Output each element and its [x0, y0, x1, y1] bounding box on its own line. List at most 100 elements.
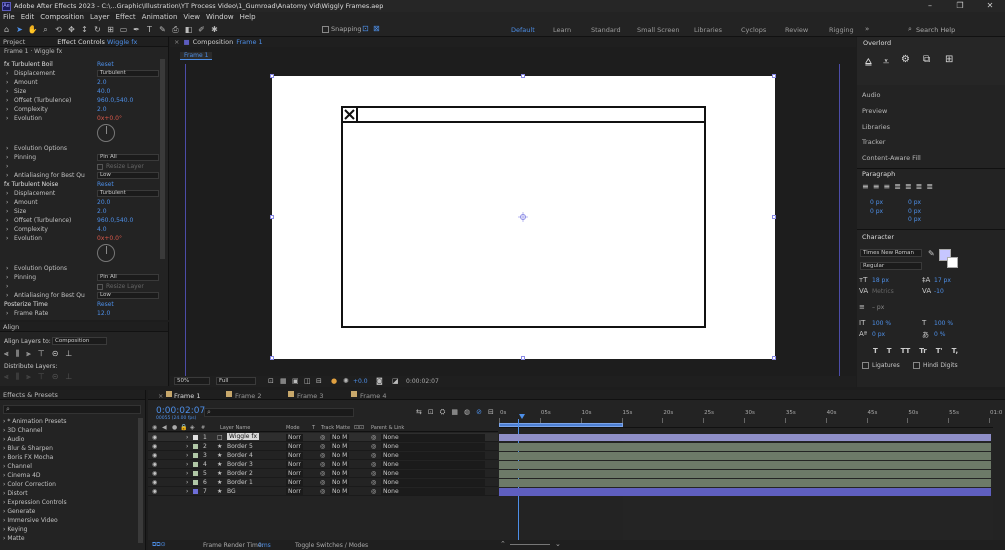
eraser-tool-icon[interactable]: ◧ — [183, 24, 194, 35]
audio-panel[interactable]: Audio — [862, 91, 880, 99]
effect-row[interactable]: Evolution Options › — [4, 265, 164, 274]
menu-layer[interactable]: Layer — [90, 13, 110, 21]
menu-view[interactable]: View — [183, 13, 200, 21]
align-right-icon[interactable]: ⫸ — [26, 349, 31, 359]
render-options-icon[interactable]: ⧉⧉⊙ — [152, 541, 166, 549]
effects-scrollbar[interactable] — [138, 418, 143, 543]
faux-italic-button[interactable]: T — [887, 347, 892, 355]
zoom-dropdown[interactable]: 50% — [174, 377, 210, 385]
effect-row[interactable]: Antialiasing for Best Qu › Low — [4, 292, 164, 301]
type-tool-icon[interactable]: T — [144, 24, 155, 35]
align-left-text-icon[interactable]: ≡ — [862, 182, 869, 191]
layer-duration-bar[interactable] — [499, 443, 991, 451]
transform-handle[interactable] — [772, 74, 776, 78]
selection-tool-icon[interactable]: ➤ — [14, 24, 25, 35]
frame-blending-icon[interactable]: ▦ — [451, 408, 458, 417]
track-matte-dropdown[interactable]: No M — [330, 470, 350, 477]
comp-mini-flowchart-icon[interactable]: ⇆ — [416, 408, 422, 417]
expand-arrow-icon[interactable]: › — [6, 70, 8, 77]
workspace-small-screen[interactable]: Small Screen — [637, 26, 679, 34]
horizontal-scale-field[interactable]: 100 % — [934, 320, 953, 327]
distribute-top-icon[interactable]: ⊤ — [38, 372, 45, 382]
overlord-settings-icon[interactable]: ⚙ — [901, 54, 910, 65]
matte-source-icon[interactable]: ◎ — [320, 452, 325, 459]
eye-icon[interactable]: ◉ — [152, 470, 157, 477]
pick-whip-icon[interactable]: ◎ — [371, 443, 376, 450]
region-of-interest-icon[interactable]: ⊡ — [268, 377, 274, 385]
eye-icon[interactable]: ◉ — [152, 452, 157, 459]
effect-value[interactable]: 2.0 — [97, 79, 107, 86]
overlord-push-icon[interactable]: ⩠ — [865, 55, 872, 69]
expand-arrow-icon[interactable]: › — [6, 283, 8, 290]
effect-controls-tab[interactable]: Effect Controls Wiggle fx — [57, 38, 137, 46]
indent-left-field[interactable]: 0 px — [870, 199, 883, 206]
color-channel-icon[interactable]: ● — [331, 377, 337, 385]
menu-file[interactable]: File — [3, 13, 15, 21]
track-matte-dropdown[interactable]: No M — [330, 488, 350, 495]
effects-category[interactable]: › Distort — [3, 490, 28, 497]
label-color-swatch[interactable] — [193, 435, 198, 440]
effect-value[interactable]: 20.0 — [97, 199, 110, 206]
toggle-switches-modes-button[interactable]: Toggle Switches / Modes — [295, 542, 368, 549]
overlord-pull-icon[interactable]: ⩡ — [883, 55, 889, 69]
distribute-right-icon[interactable]: ⫸ — [26, 372, 31, 382]
draft-3d-icon[interactable]: ⊡ — [428, 408, 434, 417]
expand-arrow-icon[interactable]: › — [6, 172, 8, 179]
layer-row[interactable]: ◉ › 2 ★ Border 5 Norr ◎ No M ◎ None — [148, 442, 498, 451]
expand-arrow-icon[interactable]: › — [6, 79, 8, 86]
effects-category[interactable]: › Cinema 4D — [3, 472, 41, 479]
expand-arrow-icon[interactable]: › — [6, 217, 8, 224]
snap-features-icon[interactable]: ⊠ — [373, 24, 380, 33]
timeline-tab-frame-3[interactable]: Frame 3 — [297, 392, 323, 400]
effect-row[interactable]: Pinning › Pin All — [4, 154, 164, 163]
effect-dropdown[interactable]: Turbulent — [97, 70, 159, 77]
rotate-tool-icon[interactable]: ↻ — [92, 24, 103, 35]
blend-mode-dropdown[interactable]: Norr — [286, 479, 303, 486]
effect-row[interactable]: Amount › 2.0 — [4, 79, 164, 88]
effect-value[interactable]: 0x+0.0° — [97, 235, 122, 242]
effect-dropdown[interactable]: Turbulent — [97, 190, 159, 197]
font-family-dropdown[interactable]: Times New Roman — [860, 249, 922, 257]
matte-source-icon[interactable]: ◎ — [320, 488, 325, 495]
tsume-field[interactable]: 0 % — [934, 331, 945, 338]
timeline-tab-frame-2[interactable]: Frame 2 — [235, 392, 261, 400]
align-hcenter-icon[interactable]: ⫼ — [16, 349, 20, 359]
expand-arrow-icon[interactable]: › — [186, 434, 188, 441]
track-matte-dropdown[interactable]: No M — [330, 452, 350, 459]
workspace-menu-icon[interactable]: » — [865, 25, 869, 33]
track-matte-dropdown[interactable]: No M — [330, 443, 350, 450]
pan-behind-tool-icon[interactable]: ⊞ — [105, 24, 116, 35]
viewer-breadcrumb-frame1[interactable]: Frame 1 — [180, 52, 213, 60]
indent-right-field[interactable]: 0 px — [908, 199, 921, 206]
space-before-field[interactable]: 0 px — [908, 208, 921, 215]
exposure-icon[interactable]: ✺ — [343, 377, 349, 385]
eye-icon[interactable]: ◉ — [152, 434, 157, 441]
baseline-field[interactable]: 0 px — [872, 331, 885, 338]
motion-blur-icon[interactable]: ◍ — [464, 408, 470, 417]
parent-dropdown[interactable]: None — [381, 470, 485, 477]
layer-duration-bar[interactable] — [499, 479, 991, 487]
transform-handle[interactable] — [521, 74, 525, 78]
stroke-color-swatch[interactable] — [947, 257, 958, 268]
timeline-tab-frame-4[interactable]: Frame 4 — [360, 392, 386, 400]
workspace-rigging[interactable]: Rigging — [829, 26, 854, 34]
expand-arrow-icon[interactable]: › — [6, 190, 8, 197]
keyframe-nav-icon[interactable]: ⊟ — [488, 408, 494, 417]
show-snapshot-icon[interactable]: ◪ — [392, 377, 399, 385]
layer-row[interactable]: ◉ › 1 □ Wiggle fx Norr ◎ No M ◎ None — [148, 433, 498, 442]
distribute-hcenter-icon[interactable]: ⫼ — [16, 372, 20, 382]
maximize-button[interactable]: ❐ — [945, 0, 975, 12]
expand-arrow-icon[interactable]: › — [186, 488, 188, 495]
overlord-layers-icon[interactable]: ⧉ — [923, 54, 930, 65]
effects-category[interactable]: › Generate — [3, 508, 35, 515]
expand-arrow-icon[interactable]: › — [6, 265, 8, 272]
minimize-button[interactable]: – — [915, 0, 945, 12]
align-to-dropdown[interactable]: Composition — [52, 337, 107, 345]
kerning-field[interactable]: Metrics — [872, 288, 894, 295]
effect-value[interactable]: 40.0 — [97, 88, 110, 95]
rectangle-tool-icon[interactable]: ▭ — [118, 24, 129, 35]
align-center-text-icon[interactable]: ≡ — [873, 182, 880, 191]
home-icon[interactable]: ⌂ — [1, 24, 12, 35]
menu-animation[interactable]: Animation — [142, 13, 178, 21]
effect-checkbox[interactable] — [97, 164, 103, 170]
